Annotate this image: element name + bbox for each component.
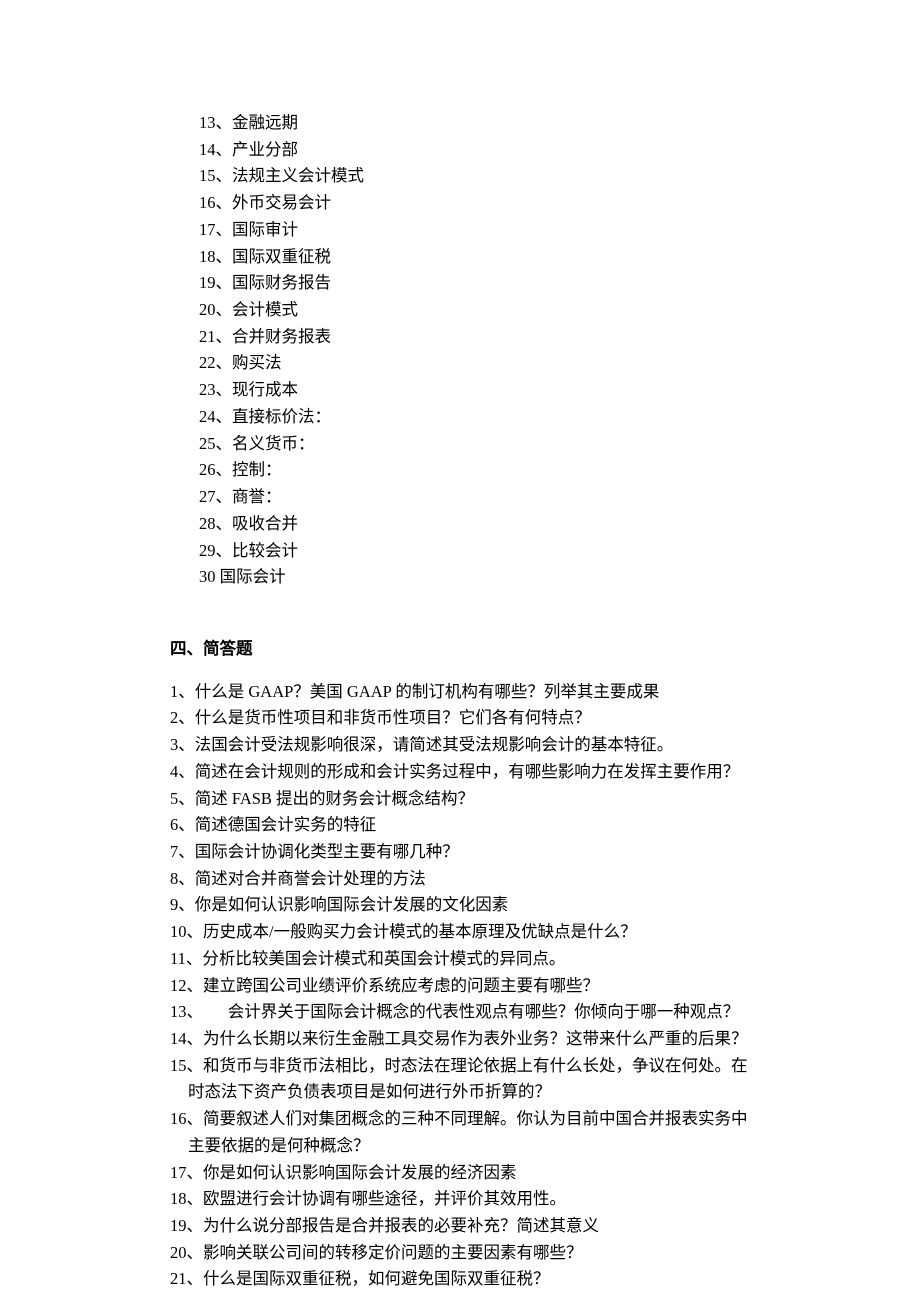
term-item: 20、会计模式 — [199, 297, 750, 324]
term-item: 26、控制： — [199, 457, 750, 484]
term-number: 16、 — [199, 193, 232, 212]
term-text: 产业分部 — [232, 140, 298, 159]
term-item: 22、购买法 — [199, 350, 750, 377]
question-item: 13、 会计界关于国际会计概念的代表性观点有哪些？你倾向于哪一种观点？ — [170, 999, 750, 1026]
term-number: 22、 — [199, 353, 232, 372]
question-item: 4、简述在会计规则的形成和会计实务过程中，有哪些影响力在发挥主要作用？ — [170, 759, 750, 786]
term-number: 14、 — [199, 140, 232, 159]
term-text: 金融远期 — [232, 113, 298, 132]
question-item: 19、为什么说分部报告是合并报表的必要补充？简述其意义 — [170, 1213, 750, 1240]
term-number: 19、 — [199, 273, 232, 292]
term-number: 20、 — [199, 300, 232, 319]
term-item: 21、合并财务报表 — [199, 324, 750, 351]
term-item: 15、法规主义会计模式 — [199, 163, 750, 190]
term-number: 25、 — [199, 434, 232, 453]
question-item: 21、什么是国际双重征税，如何避免国际双重征税？ — [170, 1266, 750, 1293]
term-number: 17、 — [199, 220, 232, 239]
term-text: 吸收合并 — [232, 514, 298, 533]
term-text: 国际审计 — [232, 220, 298, 239]
term-text: 国际财务报告 — [232, 273, 331, 292]
term-text: 外币交易会计 — [232, 193, 331, 212]
term-text: 比较会计 — [232, 541, 298, 560]
term-item: 14、产业分部 — [199, 137, 750, 164]
term-item: 24、直接标价法： — [199, 404, 750, 431]
term-item: 19、国际财务报告 — [199, 270, 750, 297]
term-text: 商誉： — [232, 487, 282, 506]
question-item: 9、你是如何认识影响国际会计发展的文化因素 — [170, 892, 750, 919]
term-number: 21、 — [199, 327, 232, 346]
question-list: 1、什么是 GAAP？美国 GAAP 的制订机构有哪些？列举其主要成果2、什么是… — [170, 679, 750, 1294]
term-item: 17、国际审计 — [199, 217, 750, 244]
term-text: 控制： — [232, 460, 282, 479]
term-item: 16、外币交易会计 — [199, 190, 750, 217]
term-item: 30 国际会计 — [199, 564, 750, 591]
question-item: 3、法国会计受法规影响很深，请简述其受法规影响会计的基本特征。 — [170, 732, 750, 759]
term-item: 13、金融远期 — [199, 110, 750, 137]
term-number: 18、 — [199, 247, 232, 266]
term-number: 23、 — [199, 380, 232, 399]
question-item: 15、和货币与非货币法相比，时态法在理论依据上有什么长处，争议在何处。在时态法下… — [170, 1053, 750, 1106]
question-item: 11、分析比较美国会计模式和英国会计模式的异同点。 — [170, 946, 750, 973]
term-item: 25、名义货币： — [199, 431, 750, 458]
question-item: 7、国际会计协调化类型主要有哪几种？ — [170, 839, 750, 866]
term-text: 国际会计 — [220, 567, 286, 586]
question-item: 16、简要叙述人们对集团概念的三种不同理解。你认为目前中国合并报表实务中主要依据… — [170, 1106, 750, 1159]
term-item: 23、现行成本 — [199, 377, 750, 404]
term-text: 名义货币： — [232, 434, 315, 453]
term-number: 30 — [199, 567, 220, 586]
question-item: 18、欧盟进行会计协调有哪些途径，并评价其效用性。 — [170, 1186, 750, 1213]
question-item: 20、影响关联公司间的转移定价问题的主要因素有哪些？ — [170, 1240, 750, 1267]
term-text: 合并财务报表 — [232, 327, 331, 346]
term-item: 28、吸收合并 — [199, 511, 750, 538]
term-item: 18、国际双重征税 — [199, 244, 750, 271]
term-text: 国际双重征税 — [232, 247, 331, 266]
term-list: 13、金融远期14、产业分部15、法规主义会计模式16、外币交易会计17、国际审… — [170, 110, 750, 591]
term-number: 13、 — [199, 113, 232, 132]
term-text: 直接标价法： — [232, 407, 331, 426]
question-item: 8、简述对合并商誉会计处理的方法 — [170, 866, 750, 893]
term-number: 27、 — [199, 487, 232, 506]
term-number: 29、 — [199, 541, 232, 560]
term-item: 29、比较会计 — [199, 538, 750, 565]
term-number: 28、 — [199, 514, 232, 533]
term-item: 27、商誉： — [199, 484, 750, 511]
question-item: 5、简述 FASB 提出的财务会计概念结构？ — [170, 786, 750, 813]
term-text: 购买法 — [232, 353, 282, 372]
term-text: 法规主义会计模式 — [232, 166, 364, 185]
question-item: 6、简述德国会计实务的特征 — [170, 812, 750, 839]
question-item: 17、你是如何认识影响国际会计发展的经济因素 — [170, 1160, 750, 1187]
term-number: 26、 — [199, 460, 232, 479]
question-item: 2、什么是货币性项目和非货币性项目？它们各有何特点？ — [170, 705, 750, 732]
question-item: 1、什么是 GAAP？美国 GAAP 的制订机构有哪些？列举其主要成果 — [170, 679, 750, 706]
term-number: 24、 — [199, 407, 232, 426]
section-heading-short-answer: 四、简答题 — [170, 636, 750, 663]
term-text: 现行成本 — [232, 380, 298, 399]
question-item: 10、历史成本/一般购买力会计模式的基本原理及优缺点是什么？ — [170, 919, 750, 946]
question-item: 14、为什么长期以来衍生金融工具交易作为表外业务？这带来什么严重的后果？ — [170, 1026, 750, 1053]
question-item: 12、建立跨国公司业绩评价系统应考虑的问题主要有哪些？ — [170, 973, 750, 1000]
term-text: 会计模式 — [232, 300, 298, 319]
term-number: 15、 — [199, 166, 232, 185]
